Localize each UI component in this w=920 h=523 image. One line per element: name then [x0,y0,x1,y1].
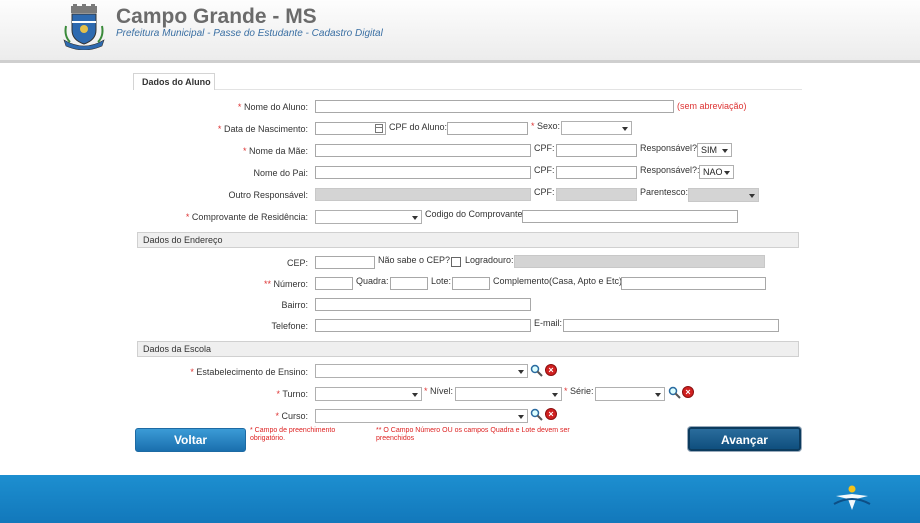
nao-sabe-cep-label: Não sabe o CEP? [378,255,451,265]
nome-aluno-input[interactable] [315,100,674,113]
email-input[interactable] [563,319,779,332]
cep-input[interactable] [315,256,375,269]
responsavel-pai-select[interactable]: NAO [699,165,734,179]
sexo-label: * Sexo: [531,121,561,131]
voltar-button[interactable]: Voltar [135,428,246,452]
chevron-down-icon [655,393,661,397]
chevron-down-icon [518,370,524,374]
telefone-label: Telefone: [271,321,308,331]
section-endereco: Dados do Endereço [137,232,799,248]
responsavel-mae-select[interactable]: SIM [697,143,732,157]
clear-icon[interactable]: × [545,408,557,420]
required-note: * Campo de preenchimento obrigatório. [250,427,336,442]
nivel-select[interactable] [455,387,562,401]
cpf-pai-label: CPF: [534,165,555,175]
estabelecimento-select[interactable] [315,364,528,378]
logradouro-label: Logradouro: [465,255,514,265]
bairro-label: Bairro: [281,300,308,310]
nome-pai-label: Nome do Pai: [253,168,308,178]
calendar-icon[interactable] [375,124,383,133]
tab-divider [215,89,802,90]
chevron-down-icon [518,415,524,419]
codigo-comprovante-input[interactable] [522,210,738,223]
comprovante-select[interactable] [315,210,422,224]
serie-select[interactable] [595,387,665,401]
numero-label: ** Número: [263,279,308,289]
search-icon[interactable] [530,364,543,377]
comprovante-label: * Comprovante de Residência: [185,212,308,222]
avancar-button[interactable]: Avançar [688,427,801,451]
parentesco-label: Parentesco: [640,187,689,197]
chevron-down-icon [622,127,628,131]
footer-bar [0,475,920,523]
data-nascimento-input[interactable] [315,122,386,135]
nome-aluno-label: * Nome do Aluno: [237,102,308,112]
nivel-label: * Nível: [424,386,454,396]
quadra-label: Quadra: [356,276,389,286]
chevron-down-icon [724,171,730,175]
turno-label: * Turno: [276,389,308,399]
cpf-outro-input [556,188,637,201]
chevron-down-icon [412,216,418,220]
nome-mae-label: * Nome da Mãe: [242,146,308,156]
sexo-select[interactable] [561,121,632,135]
cpf-aluno-label: CPF do Aluno: [389,122,448,132]
search-icon[interactable] [668,386,681,399]
header: Campo Grande - MS Prefeitura Municipal -… [0,0,920,63]
nao-sabe-cep-checkbox[interactable] [451,257,461,267]
cpf-mae-label: CPF: [534,143,555,153]
email-label: E-mail: [534,318,563,328]
parentesco-select [688,188,759,202]
chevron-down-icon [749,194,755,198]
chevron-down-icon [412,393,418,397]
outro-responsavel-label: Outro Responsável: [228,190,308,200]
complemento-input[interactable] [621,277,766,290]
numero-note: ** O Campo Número OU os campos Quadra e … [376,427,570,442]
chevron-down-icon [722,149,728,153]
cpf-aluno-input[interactable] [447,122,528,135]
serie-label: * Série: [564,386,594,396]
curso-label: * Curso: [275,411,308,421]
telefone-input[interactable] [315,319,531,332]
app-title: Campo Grande - MS [116,5,317,28]
curso-select[interactable] [315,409,528,423]
lote-input[interactable] [452,277,490,290]
section-escola: Dados da Escola [137,341,799,357]
cpf-mae-input[interactable] [556,144,637,157]
logradouro-input [514,255,765,268]
codigo-comprovante-label: Codigo do Comprovante: [425,209,526,219]
numero-input[interactable] [315,277,353,290]
chevron-down-icon [552,393,558,397]
responsavel-pai-label: Responsável?: [640,165,700,175]
footer-logo-icon [833,485,871,510]
cpf-outro-label: CPF: [534,187,555,197]
responsavel-mae-label: Responsável? [640,143,698,153]
clear-icon[interactable]: × [682,386,694,398]
estabelecimento-label: * Estabelecimento de Ensino: [190,367,308,377]
lote-label: Lote: [431,276,452,286]
cep-label: CEP: [286,258,308,268]
complemento-label: Complemento(Casa, Apto e Etc): [493,276,625,286]
quadra-input[interactable] [390,277,428,290]
search-icon[interactable] [530,408,543,421]
cpf-pai-input[interactable] [556,166,637,179]
outro-responsavel-input [315,188,531,201]
app-subtitle: Prefeitura Municipal - Passe do Estudant… [116,28,383,39]
turno-select[interactable] [315,387,422,401]
bairro-input[interactable] [315,298,531,311]
sem-abreviacao-hint: (sem abreviação) [677,101,747,111]
nome-mae-input[interactable] [315,144,531,157]
clear-icon[interactable]: × [545,364,557,376]
coat-of-arms-logo [63,4,105,50]
tab-dados-aluno[interactable]: Dados do Aluno [133,73,215,90]
data-nascimento-label: * Data de Nascimento: [217,124,308,134]
nome-pai-input[interactable] [315,166,531,179]
